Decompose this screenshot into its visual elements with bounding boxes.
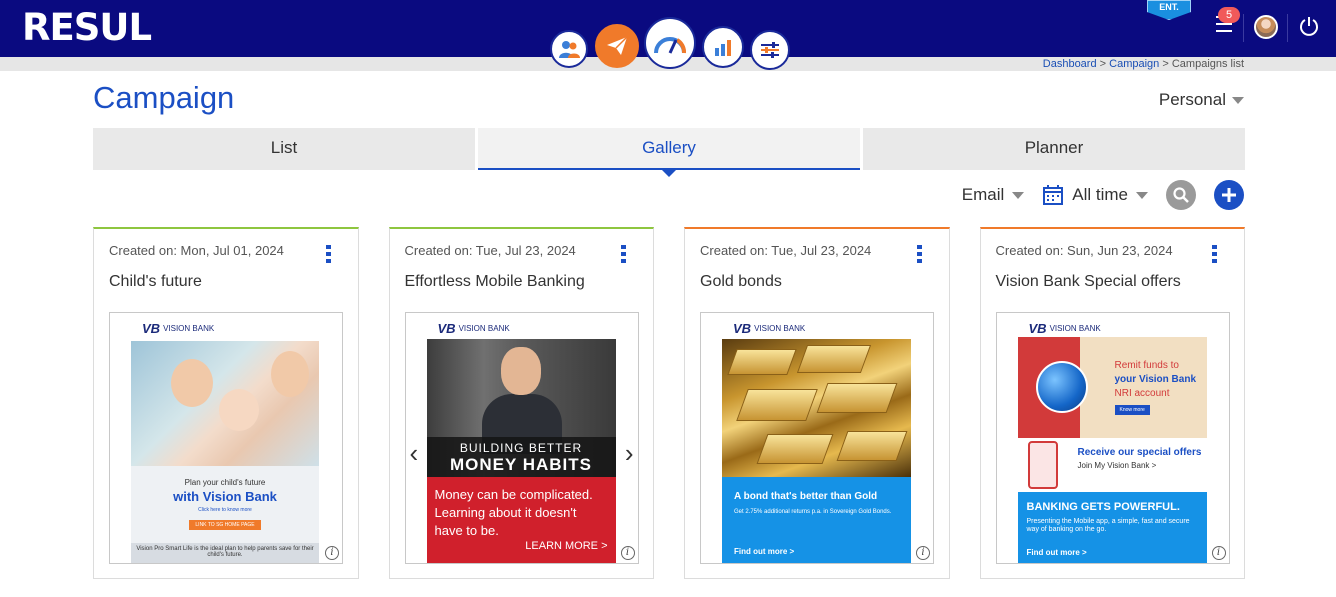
tab-planner[interactable]: Planner: [863, 128, 1245, 170]
carousel-next-icon[interactable]: ›: [625, 438, 634, 469]
calendar-icon: [1043, 185, 1064, 205]
more-options-icon[interactable]: [1212, 245, 1217, 266]
brand-logo: VB VISION BANK: [733, 321, 806, 336]
created-date: Created on: Mon, Jul 01, 2024: [109, 243, 284, 258]
info-icon[interactable]: i: [620, 546, 635, 560]
breadcrumb-current: Campaigns list: [1171, 58, 1244, 70]
creative-body: Money can be complicated. Learning about…: [426, 477, 616, 563]
globe-icon: [1035, 361, 1088, 413]
settings-sliders-icon[interactable]: [750, 30, 790, 70]
campaign-card[interactable]: Created on: Sun, Jun 23, 2024 Vision Ban…: [979, 227, 1245, 579]
creative-body: Plan your child's future with Vision Ban…: [131, 466, 319, 543]
header-divider: [1287, 14, 1288, 42]
notification-count-badge[interactable]: 5: [1218, 7, 1240, 23]
channel-dropdown[interactable]: Email: [962, 185, 1025, 205]
family-photo: [131, 341, 319, 466]
more-options-icon[interactable]: [325, 245, 331, 266]
created-date: Created on: Sun, Jun 23, 2024: [995, 243, 1173, 258]
tab-gallery[interactable]: Gallery: [478, 128, 860, 177]
chevron-down-icon: [1232, 96, 1244, 104]
phone-icon: [1027, 441, 1058, 489]
campaign-name[interactable]: Child's future: [109, 273, 202, 291]
more-options-icon[interactable]: [916, 245, 922, 266]
search-button[interactable]: [1166, 180, 1196, 210]
brand-logo: VB VISION BANK: [1028, 321, 1101, 336]
campaign-name[interactable]: Vision Bank Special offers: [996, 273, 1181, 291]
created-date: Created on: Tue, Jul 23, 2024: [700, 243, 872, 258]
page-title: Campaign: [93, 80, 235, 115]
breadcrumb-separator: >: [1162, 58, 1169, 70]
created-date: Created on: Tue, Jul 23, 2024: [404, 243, 576, 258]
campaign-gallery: Created on: Mon, Jul 01, 2024 Child's fu…: [93, 227, 1245, 579]
breadcrumb-campaign-link[interactable]: Campaign: [1109, 58, 1159, 70]
carousel-prev-icon[interactable]: ‹: [410, 438, 419, 469]
creative-preview[interactable]: VB VISION BANK A bond that's better than …: [700, 312, 934, 564]
tab-gallery-label: Gallery: [642, 138, 696, 157]
brand-logo: VB VISION BANK: [142, 321, 215, 336]
creative-footer: Vision Pro Smart Life is the ideal plan …: [131, 543, 319, 563]
gold-bars-photo: [722, 339, 911, 477]
creative-preview[interactable]: VB VISION BANK Remit funds to your Vision…: [995, 312, 1230, 564]
campaign-card[interactable]: Created on: Mon, Jul 01, 2024 Child's fu…: [93, 227, 359, 579]
campaign-name[interactable]: Effortless Mobile Banking: [405, 273, 585, 291]
creative-preview[interactable]: VB VISION BANK Plan your child's future w…: [109, 312, 343, 564]
info-icon[interactable]: i: [1211, 546, 1226, 560]
creative-preview[interactable]: VB VISION BANK BUILDING BETTER MONEY HABI…: [404, 312, 639, 564]
breadcrumb-separator: >: [1099, 58, 1107, 70]
dashboard-icon[interactable]: [644, 17, 696, 69]
chevron-down-icon: [1136, 191, 1148, 199]
header-divider: [1243, 14, 1244, 42]
analytics-icon[interactable]: [702, 26, 744, 68]
campaign-card[interactable]: Created on: Tue, Jul 23, 2024 Gold bonds…: [684, 227, 950, 579]
channel-dropdown-label: Email: [961, 185, 1005, 204]
breadcrumb-dashboard-link[interactable]: Dashboard: [1043, 58, 1097, 70]
edition-badge: ENT.: [1147, 0, 1191, 20]
active-tab-pointer-icon: [662, 170, 676, 177]
user-avatar[interactable]: [1254, 15, 1278, 39]
campaign-icon[interactable]: [595, 24, 639, 68]
app-logo[interactable]: RESUL: [22, 6, 152, 49]
businessman-photo: BUILDING BETTER MONEY HABITS: [426, 339, 616, 477]
creative-body: A bond that's better than Gold Get 2.75%…: [722, 477, 911, 563]
chevron-down-icon: [1012, 191, 1025, 199]
power-icon[interactable]: [1298, 15, 1320, 37]
breadcrumb: Dashboard > Campaign > Campaigns list: [1043, 57, 1244, 71]
more-options-icon[interactable]: [621, 245, 626, 266]
offers-banner: Receive our special offers Join My Visio…: [1017, 438, 1207, 492]
info-icon[interactable]: i: [325, 546, 339, 560]
brand-logo: VB VISION BANK: [437, 321, 510, 336]
scope-dropdown[interactable]: Personal: [1159, 90, 1244, 110]
filter-bar: Email All time: [962, 180, 1244, 210]
add-campaign-button[interactable]: [1214, 180, 1244, 210]
view-tabs: List Gallery Planner: [93, 128, 1245, 177]
remittance-banner: Remit funds to your Vision Bank NRI acco…: [1017, 337, 1207, 438]
info-icon[interactable]: i: [916, 546, 930, 560]
creative-body: BANKING GETS POWERFUL. Presenting the Mo…: [1017, 492, 1207, 563]
campaign-card[interactable]: Created on: Tue, Jul 23, 2024 Effortless…: [388, 227, 654, 579]
search-icon: [1173, 187, 1189, 203]
plus-icon: [1222, 188, 1236, 202]
audience-icon[interactable]: [550, 30, 588, 68]
tab-list[interactable]: List: [93, 128, 475, 170]
period-dropdown[interactable]: All time: [1042, 184, 1148, 206]
campaign-name[interactable]: Gold bonds: [700, 273, 782, 291]
scope-dropdown-label: Personal: [1158, 90, 1226, 109]
period-dropdown-label: All time: [1072, 185, 1128, 204]
